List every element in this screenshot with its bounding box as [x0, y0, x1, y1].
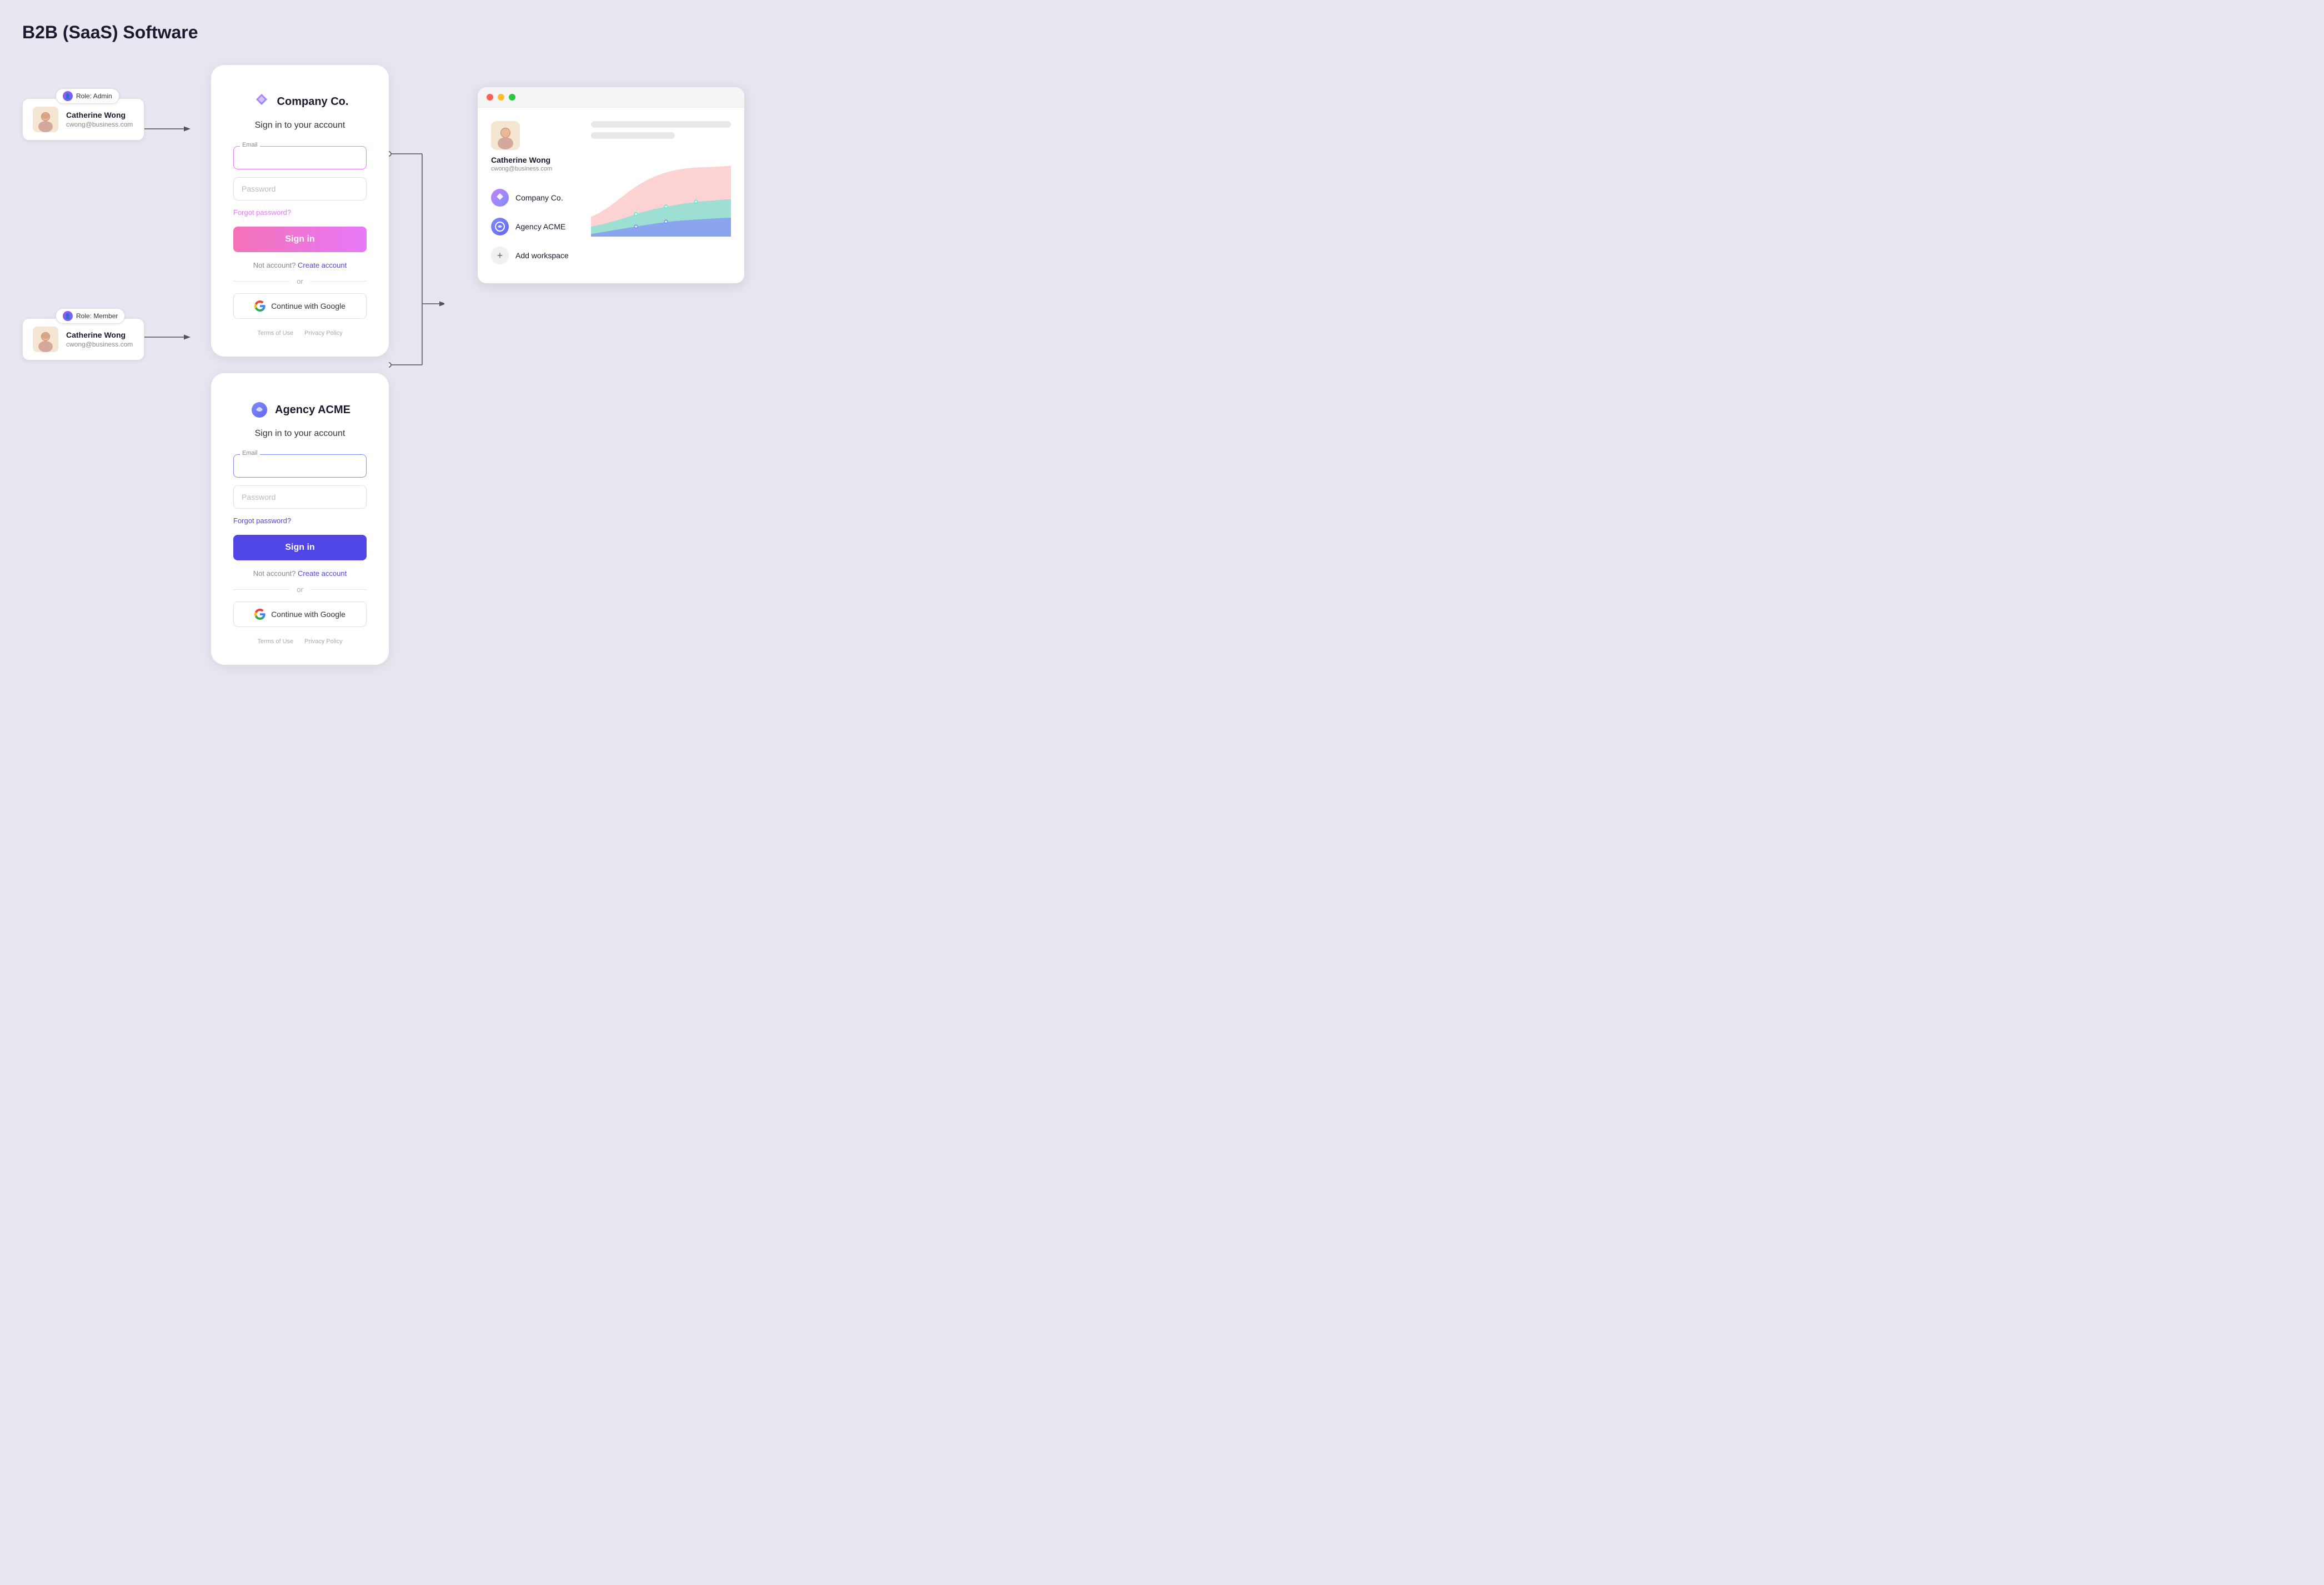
agency-ws-icon: [494, 221, 505, 232]
agency-card-subtitle: Sign in to your account: [255, 429, 345, 439]
workspace-item-add[interactable]: + Add workspace: [491, 241, 580, 270]
email-input-1[interactable]: [233, 146, 367, 169]
user-card-member: Catherine Wong cwong@business.com: [22, 318, 144, 360]
privacy-link-2[interactable]: Privacy Policy: [304, 638, 342, 645]
terms-link-1[interactable]: Terms of Use: [257, 330, 293, 337]
workspace-window: Catherine Wong cwong@business.com Compan…: [478, 87, 744, 283]
workspace-name-agency: Agency ACME: [515, 222, 565, 231]
create-account-link-1[interactable]: Create account: [298, 261, 347, 269]
company-logo-icon: [252, 92, 272, 112]
workspace-item-agency[interactable]: Agency ACME: [491, 212, 580, 241]
chart-section: [591, 121, 731, 270]
google-icon-2: [254, 609, 266, 620]
right-connector-lines: [389, 98, 444, 531]
agency-logo-icon: [249, 400, 269, 420]
password-field-group-2: [233, 485, 367, 509]
sign-in-button-1[interactable]: Sign in: [233, 227, 367, 252]
login-card-company: Company Co. Sign in to your account Emai…: [211, 65, 389, 357]
user-card-admin: Catherine Wong cwong@business.com: [22, 98, 144, 141]
google-icon-1: [254, 300, 266, 312]
profile-email: cwong@business.com: [491, 165, 580, 172]
area-chart: [591, 152, 731, 241]
email-label-1: Email: [240, 142, 260, 148]
workspace-item-company[interactable]: Company Co.: [491, 183, 580, 212]
email-field-group-1: Email: [233, 146, 367, 169]
workspace-panel: Catherine Wong cwong@business.com Compan…: [478, 87, 744, 283]
profile-section: Catherine Wong cwong@business.com Compan…: [491, 121, 580, 270]
forgot-password-link-1[interactable]: Forgot password?: [233, 208, 367, 217]
logo-row-company: Company Co.: [252, 92, 349, 112]
user-card-admin-wrapper: 👤 Role: Admin Catherine Wong cwong@busin…: [22, 98, 144, 141]
password-field-group-1: [233, 177, 367, 200]
workspace-logo-agency: [491, 218, 509, 235]
workspace-name-add: Add workspace: [515, 251, 569, 260]
company-card-subtitle: Sign in to your account: [255, 121, 345, 131]
user-name-member: Catherine Wong: [66, 330, 133, 339]
company-ws-icon: [494, 192, 505, 203]
google-button-1[interactable]: Continue with Google: [233, 293, 367, 319]
role-badge-member: 👤 Role: Member: [56, 308, 125, 324]
connector-lines: [144, 98, 211, 531]
google-button-2[interactable]: Continue with Google: [233, 601, 367, 627]
no-account-1: Not account? Create account: [233, 261, 367, 269]
window-titlebar: [478, 87, 744, 108]
email-label-2: Email: [240, 450, 260, 457]
workspace-logo-company: [491, 189, 509, 207]
password-input-2[interactable]: [233, 485, 367, 509]
user-info-admin: Catherine Wong cwong@business.com: [66, 111, 133, 128]
create-account-link-2[interactable]: Create account: [298, 569, 347, 578]
profile-avatar: [491, 121, 520, 150]
role-badge-admin: 👤 Role: Admin: [56, 88, 119, 104]
password-input-1[interactable]: [233, 177, 367, 200]
dot-yellow: [498, 94, 504, 101]
role-icon-member: 👤: [63, 311, 73, 321]
email-input-2[interactable]: [233, 454, 367, 478]
add-workspace-icon: +: [491, 247, 509, 264]
user-info-member: Catherine Wong cwong@business.com: [66, 330, 133, 348]
email-field-group-2: Email: [233, 454, 367, 478]
user-card-member-wrapper: 👤 Role: Member Catherine Wong cwong@busi…: [22, 318, 144, 360]
login-card-agency: Agency ACME Sign in to your account Emai…: [211, 373, 389, 665]
chart-bar-1: [591, 121, 731, 128]
role-icon-admin: 👤: [63, 91, 73, 101]
logo-row-agency: Agency ACME: [249, 400, 350, 420]
privacy-link-1[interactable]: Privacy Policy: [304, 330, 342, 337]
no-account-2: Not account? Create account: [233, 569, 367, 578]
user-email-admin: cwong@business.com: [66, 121, 133, 128]
terms-link-2[interactable]: Terms of Use: [257, 638, 293, 645]
card-header-agency: Agency ACME Sign in to your account: [233, 400, 367, 439]
forgot-password-link-2[interactable]: Forgot password?: [233, 516, 367, 525]
window-body: Catherine Wong cwong@business.com Compan…: [478, 108, 744, 283]
sign-in-button-2[interactable]: Sign in: [233, 535, 367, 560]
card-footer-2: Terms of Use Privacy Policy: [233, 638, 367, 645]
google-btn-label-1: Continue with Google: [271, 302, 345, 310]
company-logo-text: Company Co.: [277, 96, 349, 108]
workspace-list: Company Co. Agency ACME: [491, 183, 580, 270]
dot-green: [509, 94, 515, 101]
user-email-member: cwong@business.com: [66, 340, 133, 348]
google-btn-label-2: Continue with Google: [271, 610, 345, 619]
workspace-name-company: Company Co.: [515, 193, 563, 202]
dot-red: [487, 94, 493, 101]
role-badge-member-label: Role: Member: [76, 312, 118, 320]
card-footer-1: Terms of Use Privacy Policy: [233, 330, 367, 337]
profile-name: Catherine Wong: [491, 156, 580, 164]
role-badge-admin-label: Role: Admin: [76, 92, 112, 100]
login-forms: Company Co. Sign in to your account Emai…: [211, 65, 389, 665]
card-header-company: Company Co. Sign in to your account: [233, 92, 367, 131]
chart-bar-2: [591, 132, 675, 139]
avatar-admin: [33, 107, 58, 132]
page-title: B2B (SaaS) Software: [22, 22, 2302, 43]
user-name-admin: Catherine Wong: [66, 111, 133, 119]
avatar-member: [33, 327, 58, 352]
or-divider-2: or: [233, 585, 367, 594]
or-divider-1: or: [233, 277, 367, 285]
agency-logo-text: Agency ACME: [275, 404, 350, 417]
